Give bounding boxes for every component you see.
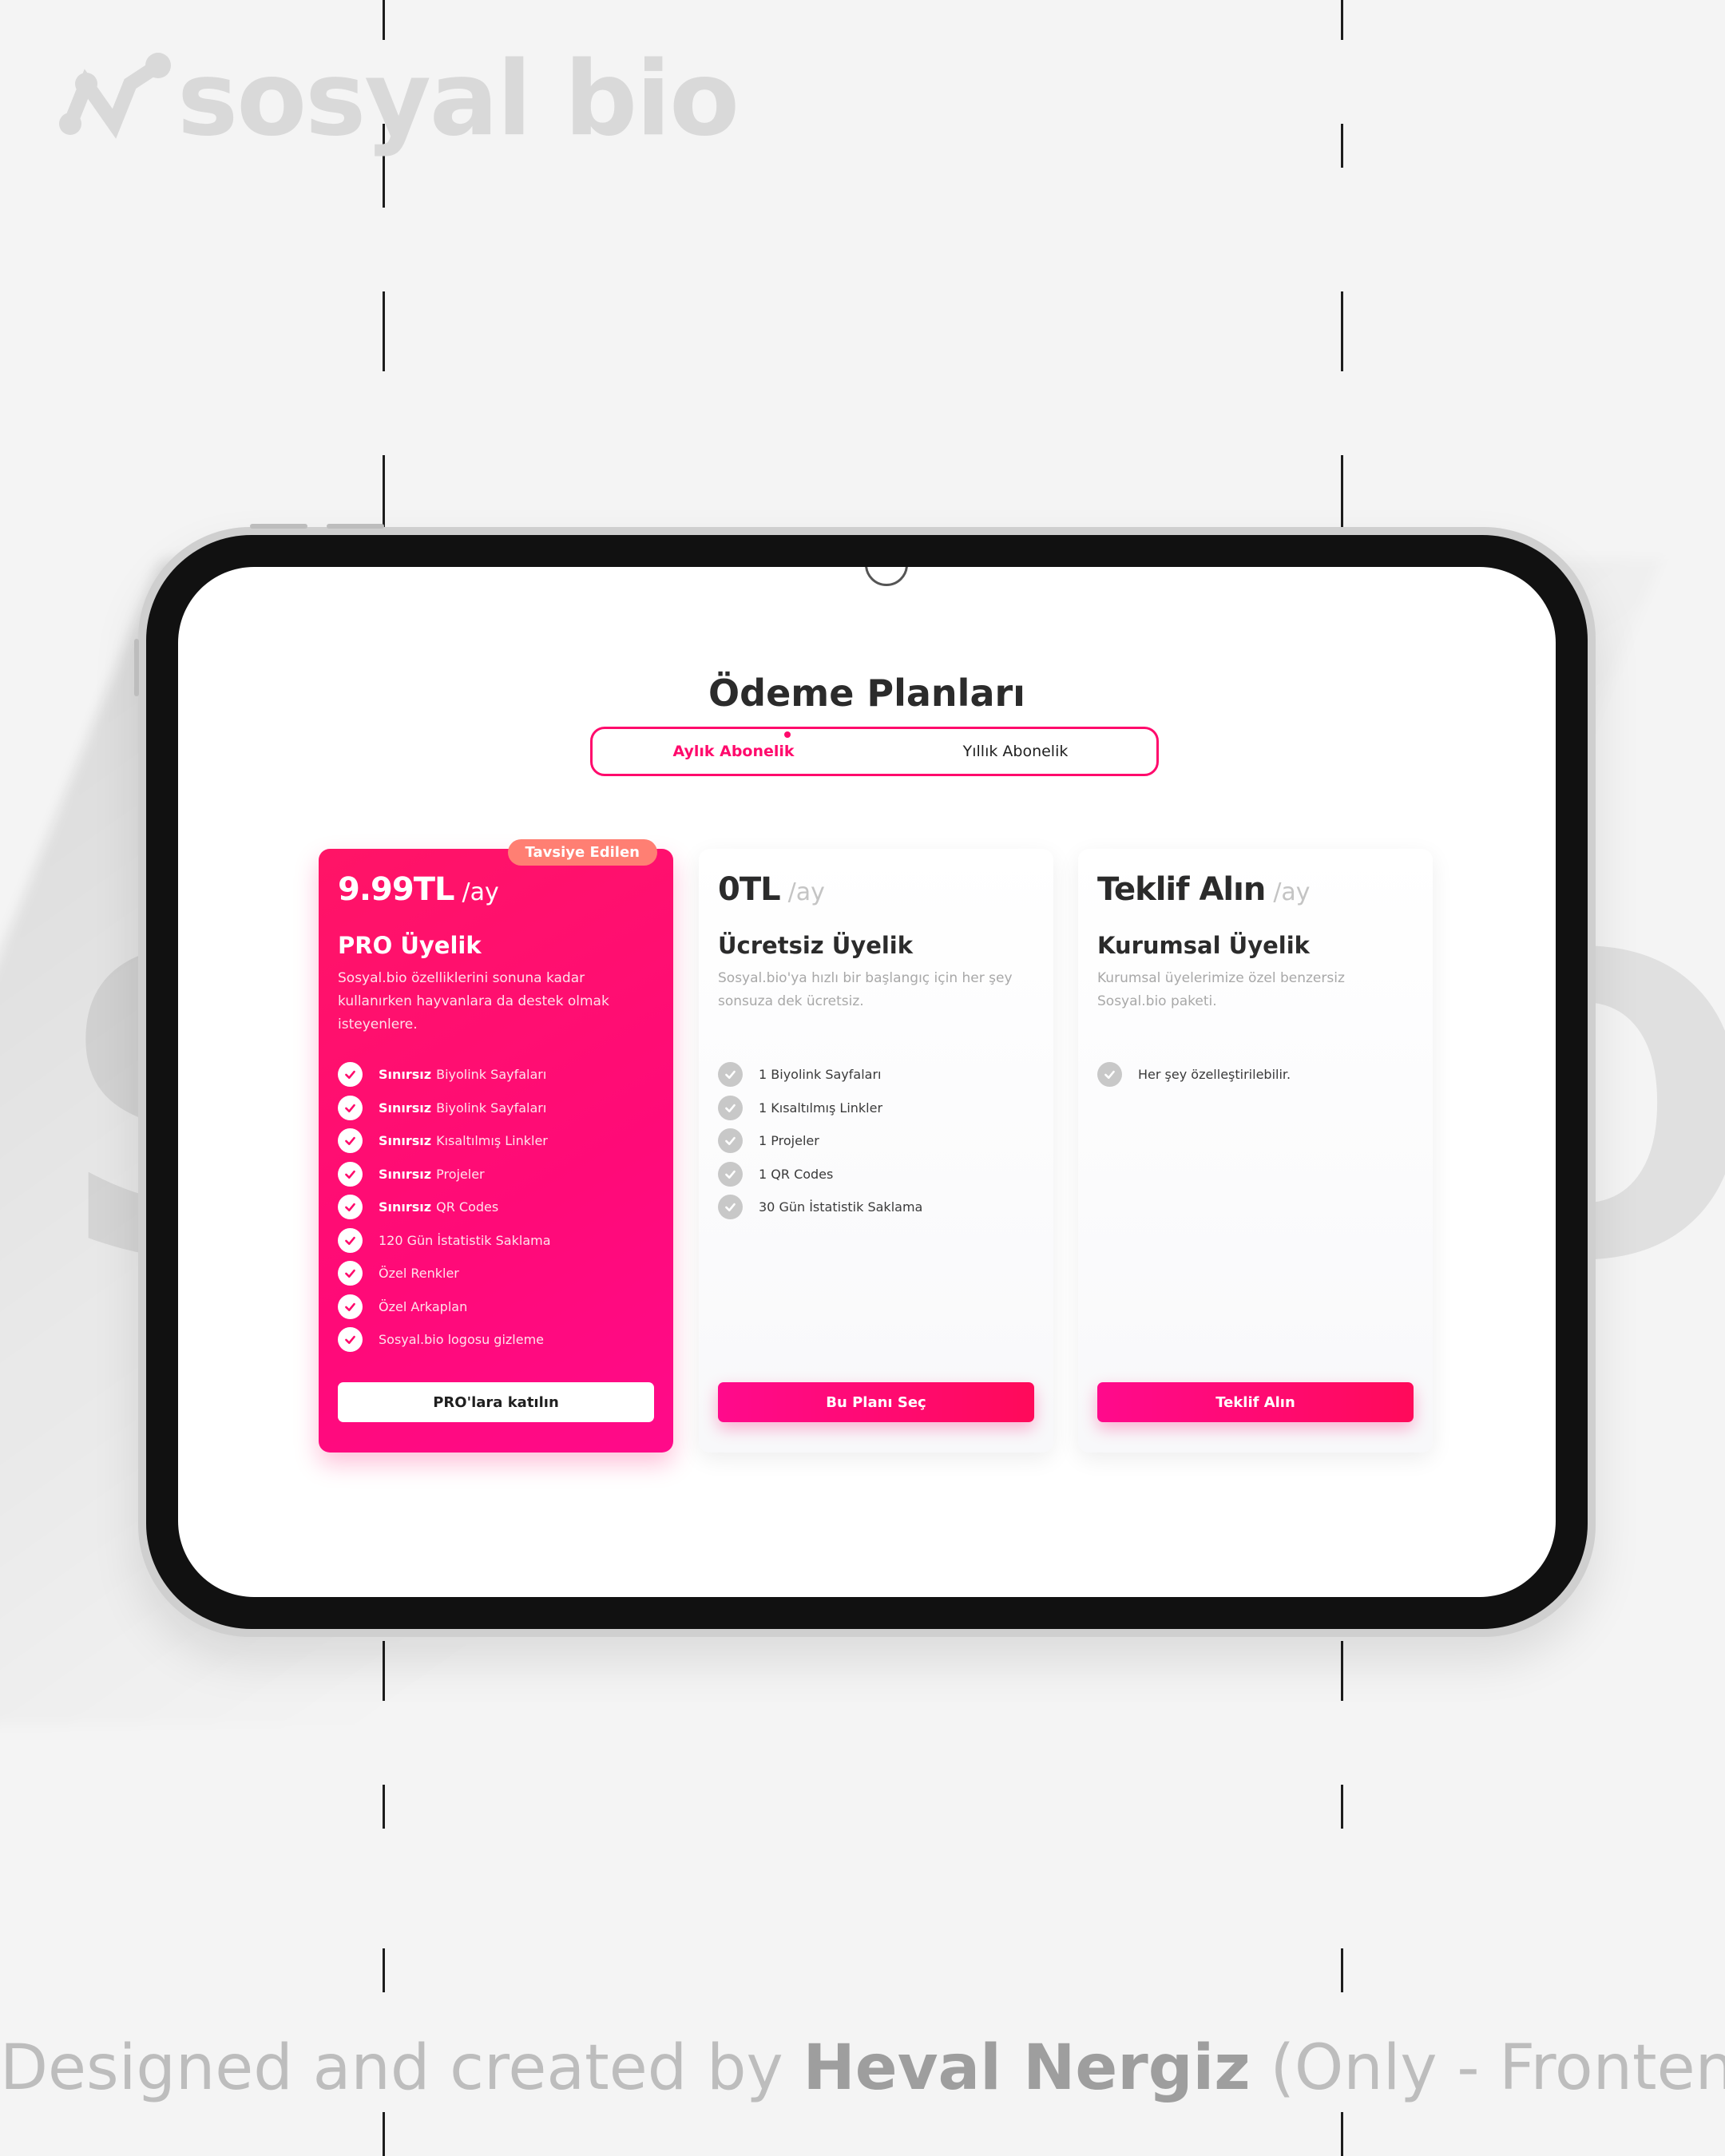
feature-item: 1 Biyolink Sayfaları xyxy=(718,1058,1034,1092)
designer-credit: Designed and created by Heval Nergiz (On… xyxy=(0,2032,1725,2104)
volume-button xyxy=(327,524,384,529)
page-title: Ödeme Planları xyxy=(708,671,1025,715)
feature-item: Sosyal.bio logosu gizleme xyxy=(338,1323,654,1357)
check-icon xyxy=(338,1095,363,1120)
feature-item: 1 Kısaltılmış Linkler xyxy=(718,1092,1034,1125)
price-row: 9.99TL /ay xyxy=(338,871,654,908)
tablet-bezel: Ödeme Planları Aylık Abonelik Yıllık Abo… xyxy=(146,535,1588,1629)
feature-text: 30 Gün İstatistik Saklama xyxy=(759,1199,923,1215)
feature-strong: Sınırsız xyxy=(379,1067,432,1083)
plan-price: Teklif Alın xyxy=(1097,871,1266,908)
get-quote-button[interactable]: Teklif Alın xyxy=(1097,1382,1414,1422)
check-icon xyxy=(718,1195,743,1220)
feature-item: Özel Arkaplan xyxy=(338,1290,654,1324)
plan-name: Kurumsal Üyelik xyxy=(1097,932,1310,959)
tablet-screen: Ödeme Planları Aylık Abonelik Yıllık Abo… xyxy=(178,567,1556,1597)
price-row: Teklif Alın /ay xyxy=(1097,871,1414,908)
toggle-yearly[interactable]: Yıllık Abonelik xyxy=(874,743,1156,760)
feature-list: 1 Biyolink Sayfaları 1 Kısaltılmış Linkl… xyxy=(718,1058,1034,1224)
credit-author: Heval Nergiz xyxy=(803,2032,1251,2104)
feature-text: Biyolink Sayfaları xyxy=(436,1067,547,1083)
credit-suffix: (Only - Frontend) xyxy=(1270,2032,1725,2104)
feature-item: Sınırsız Projeler xyxy=(338,1158,654,1191)
plan-description: Sosyal.bio özelliklerini sonuna kadar ku… xyxy=(338,970,609,1032)
feature-text: Projeler xyxy=(436,1166,485,1182)
billing-toggle: Aylık Abonelik Yıllık Abonelik xyxy=(590,727,1159,776)
check-icon xyxy=(338,1294,363,1319)
feature-text: 1 Kısaltılmış Linkler xyxy=(759,1100,883,1116)
check-icon xyxy=(338,1327,363,1353)
check-icon xyxy=(718,1095,743,1120)
check-icon xyxy=(338,1128,363,1154)
feature-strong: Sınırsız xyxy=(379,1100,432,1116)
check-icon xyxy=(1097,1062,1122,1088)
feature-item: 1 Projeler xyxy=(718,1124,1034,1158)
feature-text: QR Codes xyxy=(436,1199,499,1215)
check-icon xyxy=(338,1161,363,1187)
check-icon xyxy=(338,1062,363,1088)
feature-item: Özel Renkler xyxy=(338,1257,654,1290)
toggle-monthly[interactable]: Aylık Abonelik xyxy=(593,731,874,760)
toggle-monthly-label: Aylık Abonelik xyxy=(672,743,795,760)
feature-text: 120 Gün İstatistik Saklama xyxy=(379,1232,551,1248)
feature-item: Sınırsız Biyolink Sayfaları xyxy=(338,1092,654,1125)
feature-item: 1 QR Codes xyxy=(718,1158,1034,1191)
feature-text: Her şey özelleştirilebilir. xyxy=(1138,1067,1291,1083)
feature-text: 1 Biyolink Sayfaları xyxy=(759,1067,882,1083)
feature-strong: Sınırsız xyxy=(379,1133,432,1149)
join-pro-button[interactable]: PRO'lara katılın xyxy=(338,1382,654,1422)
toggle-yearly-label: Yıllık Abonelik xyxy=(962,743,1069,760)
feature-text: 1 QR Codes xyxy=(759,1166,834,1182)
feature-strong: Sınırsız xyxy=(379,1199,432,1215)
plan-period: /ay xyxy=(462,878,499,906)
plan-card-pro: Tavsiye Edilen 9.99TL /ay PRO Üyelik Sos… xyxy=(319,839,673,1453)
feature-item: Sınırsız Biyolink Sayfaları xyxy=(338,1058,654,1092)
check-icon xyxy=(718,1062,743,1088)
recommended-badge: Tavsiye Edilen xyxy=(507,839,657,866)
active-indicator-dot xyxy=(784,731,791,738)
camera-icon xyxy=(865,567,908,586)
plan-card-free: 0TL /ay Ücretsiz Üyelik Sosyal.bio'ya hı… xyxy=(699,849,1053,1453)
check-icon xyxy=(338,1195,363,1220)
feature-text: Biyolink Sayfaları xyxy=(436,1100,547,1116)
plan-card-corporate: Teklif Alın /ay Kurumsal Üyelik Kurumsal… xyxy=(1078,849,1433,1453)
plan-price: 9.99TL xyxy=(338,871,454,908)
credit-prefix: Designed and created by xyxy=(0,2032,783,2104)
feature-text: Kısaltılmış Linkler xyxy=(436,1133,548,1149)
plan-period: /ay xyxy=(1273,878,1311,906)
feature-item: 30 Gün İstatistik Saklama xyxy=(718,1191,1034,1224)
feature-list: Sınırsız Biyolink Sayfaları Sınırsız Biyol… xyxy=(338,1058,654,1357)
plan-name: Ücretsiz Üyelik xyxy=(718,932,914,959)
brand-logo: sosyal bio xyxy=(54,40,740,159)
plan-description: Kurumsal üyelerimize özel benzersiz Sosy… xyxy=(1097,970,1345,1009)
feature-text: 1 Projeler xyxy=(759,1133,819,1149)
plan-period: /ay xyxy=(787,878,825,906)
plan-name: PRO Üyelik xyxy=(338,932,482,959)
feature-text: Özel Renkler xyxy=(379,1266,459,1282)
feature-item: Sınırsız Kısaltılmış Linkler xyxy=(338,1124,654,1158)
plan-description: Sosyal.bio'ya hızlı bir başlangıç için h… xyxy=(718,970,1013,1009)
check-icon xyxy=(718,1161,743,1187)
feature-strong: Sınırsız xyxy=(379,1166,432,1182)
price-row: 0TL /ay xyxy=(718,871,1034,908)
power-button xyxy=(134,639,139,696)
check-icon xyxy=(718,1128,743,1154)
feature-item: Sınırsız QR Codes xyxy=(338,1191,654,1224)
plan-price: 0TL xyxy=(718,871,781,908)
feature-text: Sosyal.bio logosu gizleme xyxy=(379,1332,545,1348)
check-icon xyxy=(338,1227,363,1253)
feature-list: Her şey özelleştirilebilir. xyxy=(1097,1058,1414,1092)
volume-button xyxy=(250,524,307,529)
logo-wordmark: sosyal bio xyxy=(177,40,740,159)
tablet-device: Ödeme Planları Aylık Abonelik Yıllık Abo… xyxy=(134,524,1596,1637)
select-plan-button[interactable]: Bu Planı Seç xyxy=(718,1382,1034,1422)
feature-text: Özel Arkaplan xyxy=(379,1298,468,1314)
sosyal-bio-logo-icon xyxy=(59,53,171,139)
check-icon xyxy=(338,1261,363,1286)
feature-item: Her şey özelleştirilebilir. xyxy=(1097,1058,1414,1092)
feature-item: 120 Gün İstatistik Saklama xyxy=(338,1224,654,1258)
